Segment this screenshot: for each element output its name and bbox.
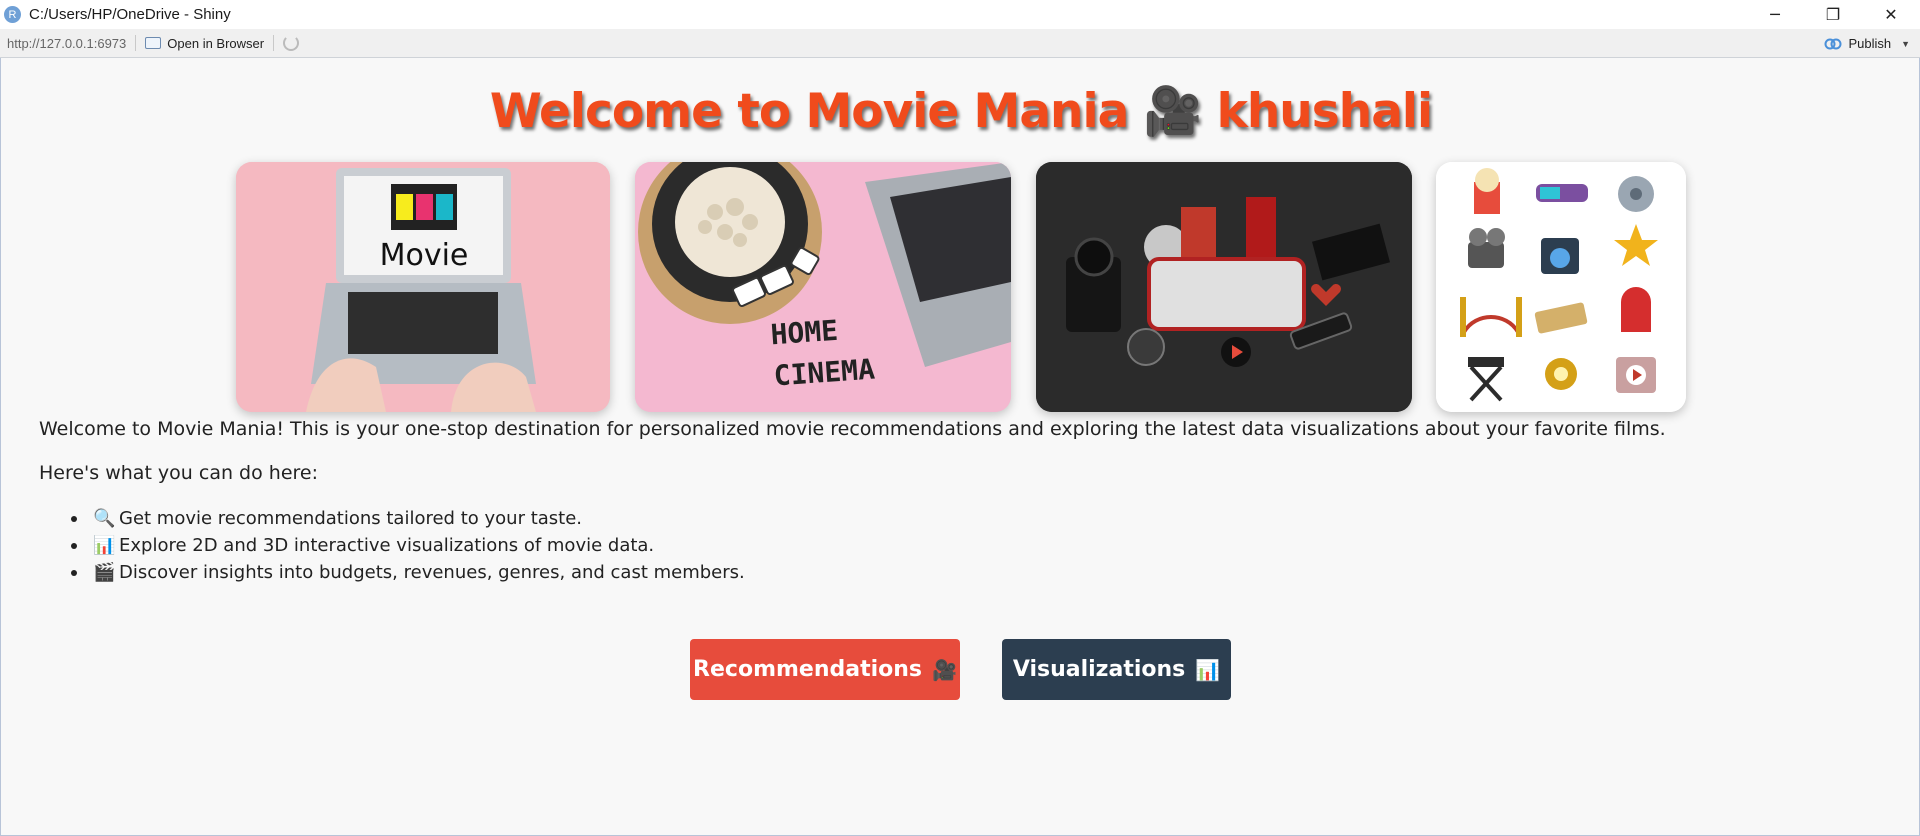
minimize-button[interactable]: ─: [1746, 0, 1804, 29]
recommendations-button[interactable]: Recommendations 🎥: [690, 639, 960, 700]
bar-chart-icon: 📊: [93, 535, 116, 556]
image-gallery: Movie HOME CINEMA: [1, 162, 1920, 414]
laptop-movie-image: Movie: [236, 162, 610, 412]
movie-camera-icon: 🎥: [932, 657, 957, 682]
page-title: Welcome to Movie Mania 🎥 khushali: [489, 84, 1433, 139]
list-item: 🔍 Get movie recommendations tailored to y…: [71, 505, 745, 532]
feature-text: Explore 2D and 3D interactive visualizat…: [119, 535, 655, 556]
r-app-icon: R: [4, 6, 21, 23]
list-item: 🎬 Discover insights into budgets, revenue…: [71, 559, 745, 586]
list-item: 📊 Explore 2D and 3D interactive visualiza…: [71, 532, 745, 559]
visualizations-label: Visualizations: [1012, 657, 1186, 682]
cinema-props-image: [1036, 162, 1412, 412]
feature-list: 🔍 Get movie recommendations tailored to y…: [71, 505, 745, 586]
viewer-toolbar: http://127.0.0.1:6973 Open in Browser Pu…: [0, 29, 1920, 58]
open-in-browser-label: Open in Browser: [167, 35, 265, 51]
visualizations-button[interactable]: Visualizations 📊: [1002, 639, 1231, 700]
magnifier-icon: 🔍: [93, 508, 116, 529]
feature-text: Get movie recommendations tailored to yo…: [119, 508, 583, 529]
close-button[interactable]: ✕: [1862, 0, 1920, 29]
svg-text:HOME: HOME: [770, 314, 840, 352]
window-controls: ─ ❐ ✕: [1746, 0, 1920, 29]
cinema-icons-image: [1436, 162, 1686, 412]
open-in-browser-button[interactable]: Open in Browser: [145, 36, 264, 51]
toolbar-divider: [135, 35, 137, 51]
chevron-down-icon[interactable]: ▼: [1901, 39, 1910, 49]
svg-text:CINEMA: CINEMA: [773, 353, 876, 393]
feature-text: Discover insights into budgets, revenues…: [119, 562, 745, 583]
bar-chart-icon: 📊: [1195, 657, 1221, 682]
publish-button[interactable]: Publish ▼: [1824, 29, 1910, 58]
publish-icon: [1824, 38, 1842, 49]
intro-paragraph: Welcome to Movie Mania! This is your one…: [39, 418, 1666, 440]
open-window-icon: [145, 37, 162, 49]
features-subheading: Here's what you can do here:: [39, 462, 318, 484]
laptop-screen-text: Movie: [380, 238, 469, 273]
app-viewport: Welcome to Movie Mania 🎥 khushali Movie: [0, 58, 1920, 836]
window-title: C:/Users/HP/OneDrive - Shiny: [29, 6, 231, 23]
clapperboard-icon: 🎬: [93, 562, 116, 583]
toolbar-divider: [273, 35, 275, 51]
url-display[interactable]: http://127.0.0.1:6973: [7, 36, 126, 51]
window-titlebar: R C:/Users/HP/OneDrive - Shiny ─ ❐ ✕: [0, 0, 1920, 29]
refresh-icon[interactable]: [283, 35, 300, 51]
publish-label: Publish: [1848, 36, 1892, 51]
recommendations-label: Recommendations: [693, 657, 923, 682]
restore-button[interactable]: ❐: [1804, 0, 1862, 29]
home-cinema-image: HOME CINEMA: [635, 162, 1011, 412]
